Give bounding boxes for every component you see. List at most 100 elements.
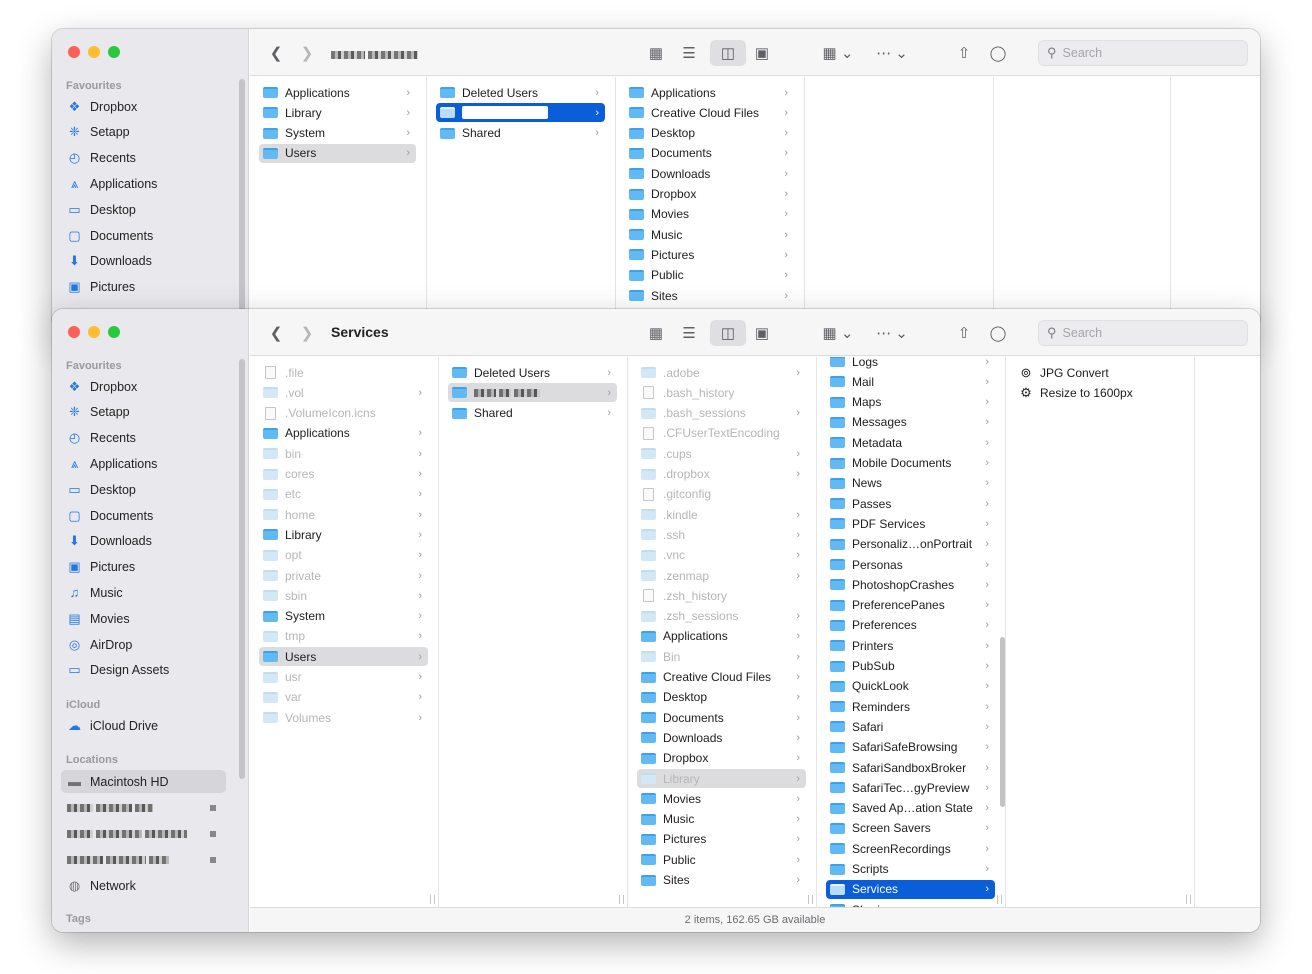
- file-row-system[interactable]: System ›: [259, 124, 416, 143]
- sidebar-item-desktop[interactable]: ▭ Desktop: [61, 198, 226, 221]
- file-row-applications[interactable]: Applications ›: [259, 83, 416, 102]
- file-row-metadata[interactable]: Metadata ›: [826, 433, 995, 452]
- file-row-screenrecordings[interactable]: ScreenRecordings ›: [826, 839, 995, 858]
- file-row-passes[interactable]: Passes ›: [826, 494, 995, 513]
- file-row-system[interactable]: System ›: [259, 607, 428, 626]
- file-row-applications[interactable]: Applications ›: [259, 424, 428, 443]
- file-row-dropbox[interactable]: Dropbox ›: [637, 749, 806, 768]
- file-row-safarisandboxbroker[interactable]: SafariSandboxBroker ›: [826, 758, 995, 777]
- file-row-bash-history[interactable]: .bash_history: [637, 383, 806, 402]
- file-row-mail[interactable]: Mail ›: [826, 372, 995, 391]
- file-row-printers[interactable]: Printers ›: [826, 636, 995, 655]
- file-row-public[interactable]: Public ›: [637, 850, 806, 869]
- sidebar-item-applications[interactable]: ⩓ Applications: [61, 452, 226, 475]
- minimize-button[interactable]: [88, 326, 100, 338]
- sidebar-item-applications[interactable]: ⩓ Applications: [61, 172, 226, 195]
- rename-field[interactable]: [462, 106, 548, 120]
- file-row-preferences[interactable]: Preferences ›: [826, 616, 995, 635]
- sidebar-item-setapp[interactable]: ❈ Setapp: [61, 401, 226, 424]
- file-row-pictures[interactable]: Pictures ›: [625, 245, 794, 264]
- column-resize-handle[interactable]: [997, 895, 1002, 904]
- eject-icon[interactable]: [210, 856, 216, 863]
- file-row-news[interactable]: News ›: [826, 474, 995, 493]
- file-row-music[interactable]: Music ›: [637, 810, 806, 829]
- file-row-desktop[interactable]: Desktop ›: [625, 124, 794, 143]
- file-row-desktop[interactable]: Desktop ›: [637, 688, 806, 707]
- file-row-creative-cloud-files[interactable]: Creative Cloud Files ›: [637, 668, 806, 687]
- group-button[interactable]: ▦ ⌄: [819, 320, 857, 346]
- file-row-shared[interactable]: Shared ›: [448, 404, 617, 423]
- file-row-bin[interactable]: bin ›: [259, 444, 428, 463]
- file-row-var[interactable]: var ›: [259, 688, 428, 707]
- sidebar-item-airdrop[interactable]: ◎ AirDrop: [61, 633, 226, 656]
- column-resize-handle[interactable]: [430, 895, 435, 904]
- back-button[interactable]: ❮: [264, 40, 288, 66]
- file-row-item[interactable]: ›: [448, 383, 617, 403]
- column-view-button[interactable]: ◫: [710, 40, 746, 66]
- action-button[interactable]: ⋯ ⌄: [874, 40, 910, 66]
- file-row-reminders[interactable]: Reminders ›: [826, 697, 995, 716]
- file-row-documents[interactable]: Documents ›: [637, 708, 806, 727]
- file-row-shared[interactable]: Shared ›: [436, 124, 605, 143]
- sidebar-item-icloud-drive[interactable]: ☁ iCloud Drive: [61, 714, 226, 737]
- file-row-volumes[interactable]: Volumes ›: [259, 708, 428, 727]
- file-row-users[interactable]: Users ›: [259, 143, 416, 163]
- file-row-ssh[interactable]: .ssh ›: [637, 525, 806, 544]
- tag-button[interactable]: ◯: [986, 320, 1010, 346]
- file-row-sites[interactable]: Sites ›: [637, 871, 806, 890]
- file-row-downloads[interactable]: Downloads ›: [625, 164, 794, 183]
- sidebar-item-documents[interactable]: ▢ Documents: [61, 224, 226, 247]
- file-row-private[interactable]: private ›: [259, 566, 428, 585]
- file-row-zsh-sessions[interactable]: .zsh_sessions ›: [637, 607, 806, 626]
- list-view-button[interactable]: ☰: [677, 40, 701, 66]
- forward-button[interactable]: ❯: [295, 40, 319, 66]
- sidebar-item-macintosh-hd[interactable]: ▬ Macintosh HD: [61, 770, 226, 793]
- file-row-etc[interactable]: etc ›: [259, 485, 428, 504]
- file-row-safari[interactable]: Safari ›: [826, 717, 995, 736]
- file-row-mobile-documents[interactable]: Mobile Documents ›: [826, 454, 995, 473]
- file-row-kindle[interactable]: .kindle ›: [637, 505, 806, 524]
- file-row-downloads[interactable]: Downloads ›: [637, 728, 806, 747]
- gallery-view-button[interactable]: ▣: [750, 320, 774, 346]
- sidebar-item-pictures[interactable]: ▣ Pictures: [61, 556, 226, 579]
- search-field[interactable]: ⚲: [1038, 320, 1248, 346]
- file-row-users[interactable]: Users ›: [259, 647, 428, 667]
- group-button[interactable]: ▦ ⌄: [819, 40, 857, 66]
- sidebar-item-desktop[interactable]: ▭ Desktop: [61, 478, 226, 501]
- file-row-opt[interactable]: opt ›: [259, 546, 428, 565]
- file-row-movies[interactable]: Movies ›: [637, 789, 806, 808]
- share-button[interactable]: ⇧: [952, 320, 976, 346]
- search-input[interactable]: [1062, 326, 1233, 340]
- file-row-library[interactable]: Library ›: [259, 103, 416, 122]
- file-row-file[interactable]: .file: [259, 363, 428, 382]
- file-row-creative-cloud-files[interactable]: Creative Cloud Files ›: [625, 103, 794, 122]
- column-view-button[interactable]: ◫: [710, 320, 746, 346]
- file-row-cores[interactable]: cores ›: [259, 465, 428, 484]
- sidebar-item-movies[interactable]: ▤ Movies: [61, 607, 226, 630]
- file-row-gitconfig[interactable]: .gitconfig: [637, 485, 806, 504]
- file-row-quicklook[interactable]: QuickLook ›: [826, 677, 995, 696]
- search-input[interactable]: [1062, 46, 1233, 60]
- file-row-item[interactable]: ›: [436, 103, 605, 123]
- file-row-maps[interactable]: Maps ›: [826, 393, 995, 412]
- file-row-messages[interactable]: Messages ›: [826, 413, 995, 432]
- file-row-safarisafebrowsing[interactable]: SafariSafeBrowsing ›: [826, 738, 995, 757]
- back-button[interactable]: ❮: [264, 320, 288, 346]
- sidebar-scrollbar[interactable]: [239, 79, 245, 329]
- file-row-resize-to-1600px[interactable]: ⚙ Resize to 1600px: [1015, 383, 1184, 402]
- file-row-zenmap[interactable]: .zenmap ›: [637, 566, 806, 585]
- file-row-cups[interactable]: .cups ›: [637, 444, 806, 463]
- sidebar-item-dropbox[interactable]: ❖ Dropbox: [61, 375, 226, 398]
- file-row-pictures[interactable]: Pictures ›: [637, 830, 806, 849]
- sidebar-item-dropbox[interactable]: ❖ Dropbox: [61, 95, 226, 118]
- file-row-applications[interactable]: Applications ›: [637, 627, 806, 646]
- file-row-sites[interactable]: Sites ›: [625, 286, 794, 305]
- column-resize-handle[interactable]: [619, 895, 624, 904]
- file-row-safaritec-gypreview[interactable]: SafariTec…gyPreview ›: [826, 778, 995, 797]
- sidebar-item-network[interactable]: ◍ Network: [61, 874, 226, 897]
- zoom-button[interactable]: [108, 326, 120, 338]
- file-row-personas[interactable]: Personas ›: [826, 555, 995, 574]
- list-view-button[interactable]: ☰: [677, 320, 701, 346]
- icon-view-button[interactable]: ▦: [644, 320, 668, 346]
- eject-icon[interactable]: [210, 804, 216, 811]
